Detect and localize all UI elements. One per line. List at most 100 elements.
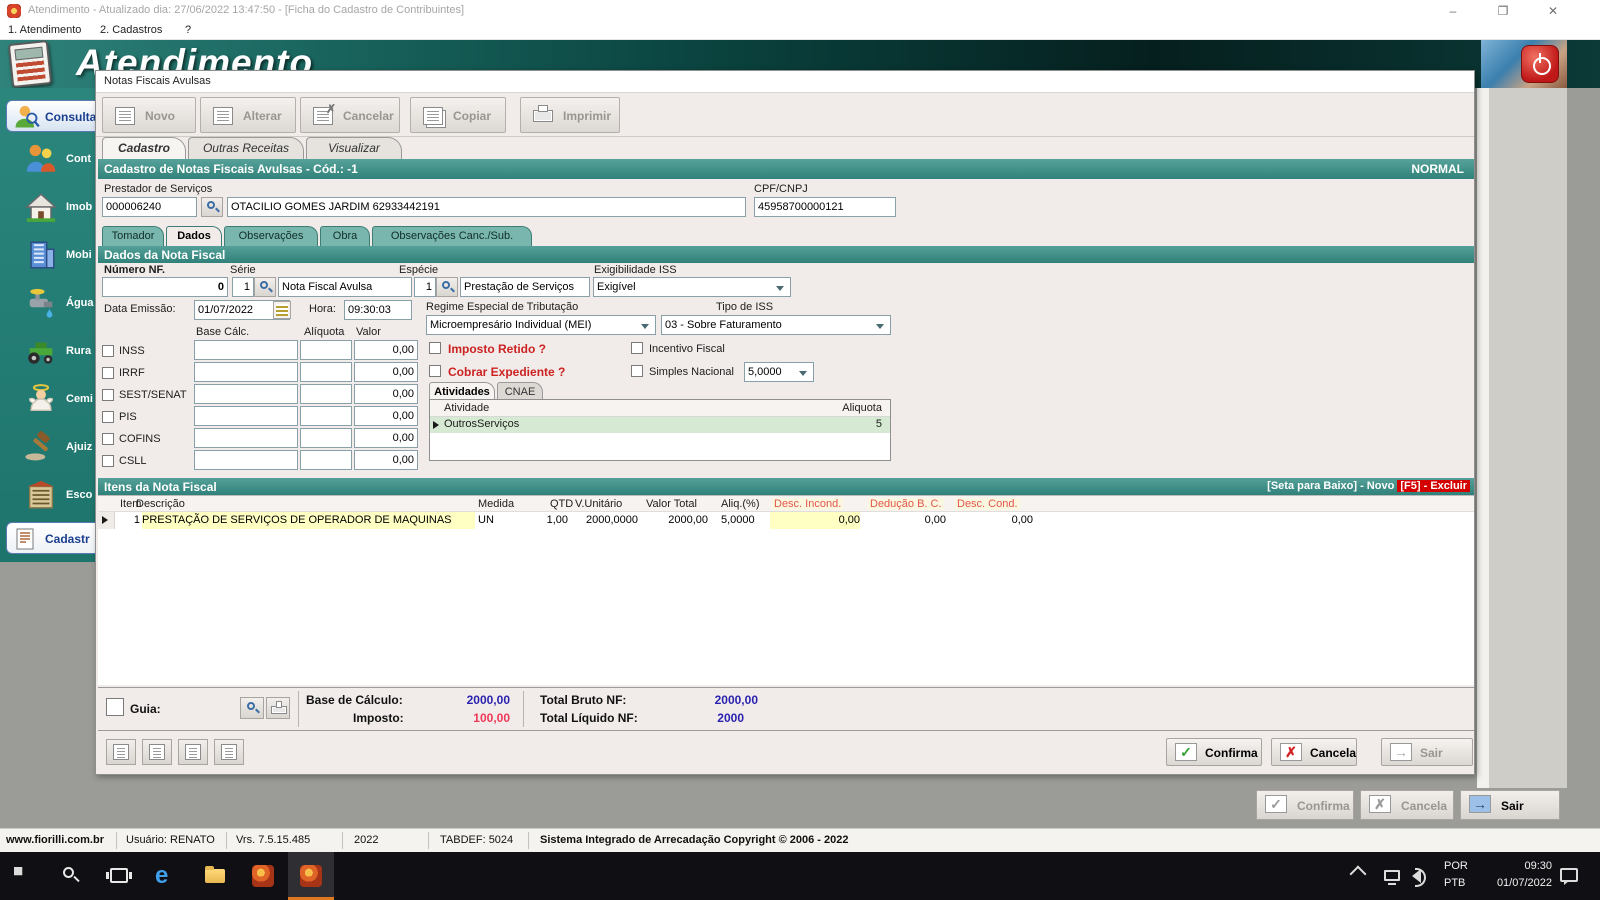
nav-first-button[interactable] <box>106 739 136 765</box>
hora-field[interactable]: 09:30:03 <box>344 300 412 320</box>
volume-icon[interactable] <box>1412 868 1426 887</box>
outer-confirma-button[interactable]: ✓ Confirma <box>1256 790 1354 820</box>
restore-button[interactable]: ❐ <box>1486 0 1520 22</box>
item-row[interactable]: 1 PRESTAÇÃO DE SERVIÇOS DE OPERADOR DE M… <box>98 512 1474 529</box>
nav-prior-button[interactable] <box>142 739 172 765</box>
csll-valor-field[interactable]: 0,00 <box>354 450 418 470</box>
tab-tomador[interactable]: Tomador <box>102 226 164 246</box>
language-bottom[interactable]: PTB <box>1444 877 1465 889</box>
tab-obra[interactable]: Obra <box>320 226 370 246</box>
numero-nf-field[interactable]: 0 <box>102 277 228 297</box>
especie-search-button[interactable] <box>436 277 458 297</box>
clock-date[interactable]: 01/07/2022 <box>1482 877 1552 889</box>
serie-nome-field[interactable]: Nota Fiscal Avulsa <box>278 277 412 297</box>
inss-base-field[interactable] <box>194 340 298 360</box>
sidebar-item-cemiterio[interactable]: Cemi <box>22 380 95 420</box>
copiar-button[interactable]: Copiar <box>410 97 506 133</box>
tab-visualizar[interactable]: Visualizar <box>306 137 402 159</box>
nav-last-button[interactable] <box>214 739 244 765</box>
irrf-aliq-field[interactable] <box>300 362 352 382</box>
tab-observacoes[interactable]: Observações <box>224 226 318 246</box>
clock-time[interactable]: 09:30 <box>1496 860 1552 872</box>
sidebar-tab-consulta[interactable]: Consulta <box>6 100 95 132</box>
start-button[interactable] <box>0 852 46 900</box>
calendar-icon[interactable] <box>273 301 291 319</box>
sidebar-item-imobiliario[interactable]: Imob <box>22 188 95 228</box>
fiorilli-app-button[interactable] <box>240 852 286 900</box>
task-view-button[interactable] <box>96 852 142 900</box>
outer-sair-button[interactable]: → Sair <box>1460 790 1560 820</box>
pis-aliq-field[interactable] <box>300 406 352 426</box>
inss-aliq-field[interactable] <box>300 340 352 360</box>
language-top[interactable]: POR <box>1444 860 1468 872</box>
tab-cadastro[interactable]: Cadastro <box>102 137 186 159</box>
tab-outras-receitas[interactable]: Outras Receitas <box>188 137 304 159</box>
incentivo-fiscal-checkbox[interactable] <box>631 342 643 354</box>
simples-nacional-checkbox[interactable] <box>631 365 643 377</box>
notification-center-icon[interactable] <box>1560 868 1578 885</box>
serie-search-button[interactable] <box>254 277 276 297</box>
tab-obs-canc-sub[interactable]: Observações Canc./Sub. <box>372 226 532 246</box>
imprimir-button[interactable]: Imprimir <box>520 97 620 133</box>
csll-aliq-field[interactable] <box>300 450 352 470</box>
sidebar-item-contribuinte[interactable]: Cont <box>22 140 95 180</box>
sest-aliq-field[interactable] <box>300 384 352 404</box>
menu-cadastros[interactable]: 2. Cadastros <box>100 24 162 36</box>
prestador-search-button[interactable] <box>201 197 223 217</box>
sair-button[interactable]: → Sair <box>1381 738 1473 766</box>
atendimento-app-button[interactable] <box>288 852 334 900</box>
pis-base-field[interactable] <box>194 406 298 426</box>
simples-aliquota-select[interactable]: 5,0000 <box>744 362 814 382</box>
cancela-button[interactable]: ✗ Cancela <box>1271 738 1357 766</box>
confirma-button[interactable]: ✓ Confirma <box>1166 738 1262 766</box>
sidebar-item-mobiliario[interactable]: Mobi <box>22 236 95 276</box>
guia-view-button[interactable] <box>240 697 264 719</box>
irrf-base-field[interactable] <box>194 362 298 382</box>
cofins-base-field[interactable] <box>194 428 298 448</box>
exigibilidade-select[interactable]: Exigível <box>593 277 791 297</box>
edge-button[interactable]: e <box>144 852 190 900</box>
cofins-checkbox[interactable] <box>102 433 114 445</box>
irrf-checkbox[interactable] <box>102 367 114 379</box>
csll-base-field[interactable] <box>194 450 298 470</box>
close-button[interactable]: ✕ <box>1536 0 1570 22</box>
tray-chevron-icon[interactable] <box>1349 865 1367 883</box>
cancelar-button[interactable]: Cancelar <box>300 97 400 133</box>
inss-checkbox[interactable] <box>102 345 114 357</box>
pis-checkbox[interactable] <box>102 411 114 423</box>
sidebar-item-escola[interactable]: Esco <box>22 476 95 516</box>
pis-valor-field[interactable]: 0,00 <box>354 406 418 426</box>
tab-dados[interactable]: Dados <box>166 226 222 246</box>
especie-nome-field[interactable]: Prestação de Serviços <box>460 277 590 297</box>
guia-print-button[interactable] <box>266 697 290 719</box>
sidebar-item-rural[interactable]: Rura <box>22 332 95 372</box>
imposto-retido-checkbox[interactable] <box>429 342 441 354</box>
csll-checkbox[interactable] <box>102 455 114 467</box>
sest-valor-field[interactable]: 0,00 <box>354 384 418 404</box>
inss-valor-field[interactable]: 0,00 <box>354 340 418 360</box>
cobrar-expediente-checkbox[interactable] <box>429 365 441 377</box>
network-icon[interactable] <box>1384 870 1400 885</box>
sidebar-tab-cadastro[interactable]: Cadastr <box>6 522 95 554</box>
sest-checkbox[interactable] <box>102 389 114 401</box>
especie-num-field[interactable]: 1 <box>414 277 436 297</box>
prestador-code-field[interactable]: 000006240 <box>102 197 197 217</box>
sest-base-field[interactable] <box>194 384 298 404</box>
irrf-valor-field[interactable]: 0,00 <box>354 362 418 382</box>
atividade-row[interactable]: OutrosServiços 5 <box>430 417 890 433</box>
cofins-valor-field[interactable]: 0,00 <box>354 428 418 448</box>
guia-checkbox[interactable] <box>106 698 124 716</box>
novo-button[interactable]: Novo <box>102 97 196 133</box>
outer-cancela-button[interactable]: ✗ Cancela <box>1360 790 1454 820</box>
serie-num-field[interactable]: 1 <box>232 277 254 297</box>
nav-next-button[interactable] <box>178 739 208 765</box>
prestador-name-field[interactable]: OTACILIO GOMES JARDIM 62933442191 <box>227 197 746 217</box>
menu-atendimento[interactable]: 1. Atendimento <box>8 24 81 36</box>
alterar-button[interactable]: Alterar <box>200 97 296 133</box>
power-exit-icon[interactable] <box>1521 45 1559 83</box>
sidebar-item-agua[interactable]: Água <box>22 284 95 324</box>
minimize-button[interactable]: – <box>1436 0 1470 22</box>
cofins-aliq-field[interactable] <box>300 428 352 448</box>
taskbar-search-button[interactable] <box>48 852 94 900</box>
menu-help[interactable]: ? <box>185 24 191 36</box>
